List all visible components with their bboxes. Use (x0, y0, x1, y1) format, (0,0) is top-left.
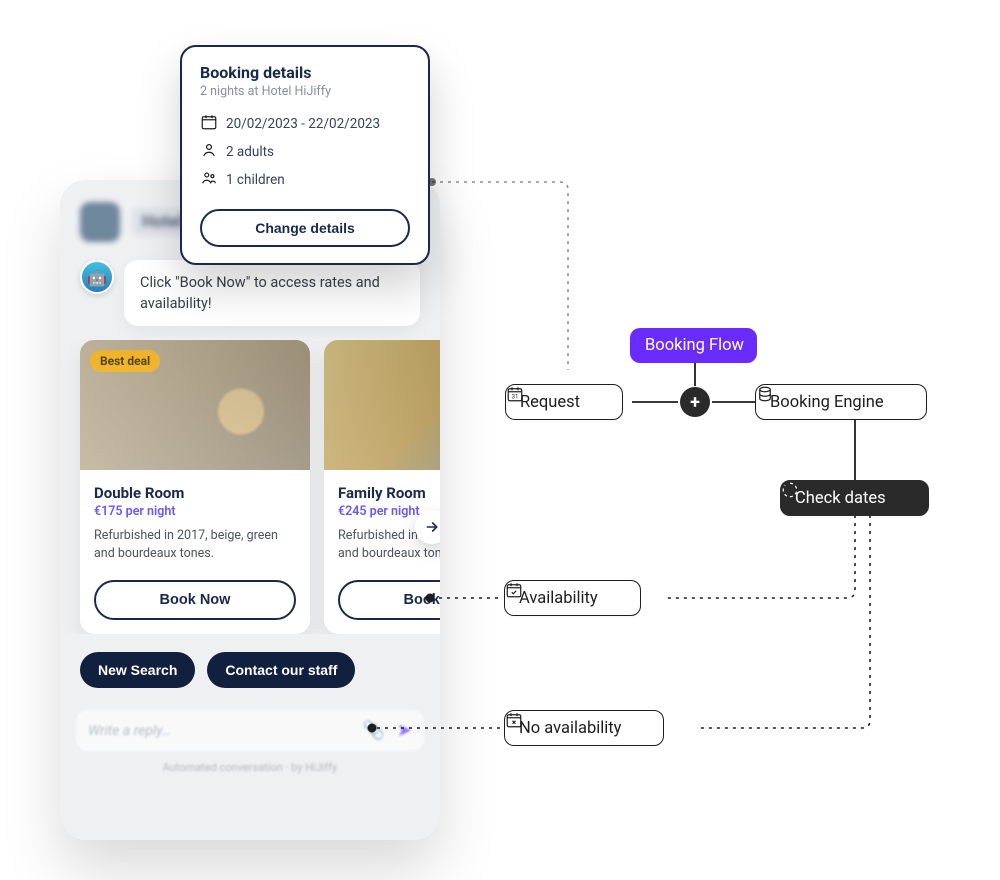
booking-details-popover: Booking details 2 nights at Hotel HiJiff… (180, 45, 430, 265)
popover-subtitle: 2 nights at Hotel HiJiffy (200, 84, 410, 99)
room-price: €175 per night (94, 504, 296, 519)
flow-node-request: Request 31 (505, 384, 623, 420)
change-details-button[interactable]: Change details (200, 209, 410, 247)
calendar-date-icon: 31 (590, 392, 610, 412)
quick-actions: New Search Contact our staff (60, 634, 440, 688)
flow-label: Booking Engine (770, 393, 884, 412)
calendar-x-icon (631, 718, 651, 738)
popover-dates: 20/02/2023 - 22/02/2023 (200, 113, 410, 135)
loading-icon (896, 488, 916, 508)
arrow-right-icon (424, 519, 440, 535)
flow-node-booking-engine: Booking Engine (755, 384, 927, 420)
bot-avatar-icon: 🤖 (80, 260, 114, 294)
room-name: Family Room (338, 484, 440, 502)
room-card[interactable]: Best deal Double Room €175 per night Ref… (80, 340, 310, 634)
hotel-logo-icon (80, 202, 120, 242)
chat-footer: Automated conversation · by HiJiffy (60, 757, 440, 774)
room-name: Double Room (94, 484, 296, 502)
person-icon (200, 141, 218, 163)
rooms-carousel[interactable]: Best deal Double Room €175 per night Ref… (60, 340, 440, 634)
popover-dates-text: 20/02/2023 - 22/02/2023 (226, 116, 380, 132)
chat-widget: Hotel C… 🤖 Click "Book Now" to access ra… (60, 180, 440, 840)
flow-plus-node: + (680, 387, 710, 417)
flow-node-booking-flow: Booking Flow (630, 328, 757, 363)
database-icon (894, 392, 914, 412)
bot-message: Click "Book Now" to access rates and ava… (124, 260, 420, 326)
popover-adults-text: 2 adults (226, 144, 274, 160)
reply-input[interactable]: Write a reply… (88, 723, 350, 739)
svg-text:31: 31 (512, 394, 519, 401)
popover-title: Booking details (200, 63, 410, 82)
contact-staff-button[interactable]: Contact our staff (207, 652, 355, 688)
flow-label: Check dates (795, 489, 886, 508)
flow-label: Availability (519, 589, 598, 608)
calendar-icon (200, 113, 218, 135)
book-now-button[interactable]: Book Now (94, 580, 296, 620)
booking-flow-diagram: Booking Flow Request 31 + Booking Engine… (500, 330, 970, 760)
room-image (324, 340, 440, 470)
calendar-check-icon (608, 588, 628, 608)
send-icon[interactable]: ➤ (397, 720, 412, 741)
flow-label: Request (520, 393, 580, 412)
room-card[interactable]: Family Room €245 per night Refurbished i… (324, 340, 440, 634)
room-description: Refurbished in 2017, beige, green and bo… (94, 527, 296, 562)
flow-node-no-availability: No availability (504, 710, 664, 746)
popover-adults: 2 adults (200, 141, 410, 163)
best-deal-badge: Best deal (90, 350, 160, 372)
book-now-button[interactable]: Book Now (338, 580, 440, 620)
room-image: Best deal (80, 340, 310, 470)
new-search-button[interactable]: New Search (80, 652, 195, 688)
flow-node-availability: Availability (504, 580, 641, 616)
flow-label: Booking Flow (645, 336, 744, 355)
popover-children: 1 children (200, 169, 410, 191)
people-icon (200, 169, 218, 191)
flow-node-check-dates: Check dates (780, 480, 929, 516)
popover-children-text: 1 children (226, 172, 285, 188)
flow-label: No availability (519, 719, 621, 738)
